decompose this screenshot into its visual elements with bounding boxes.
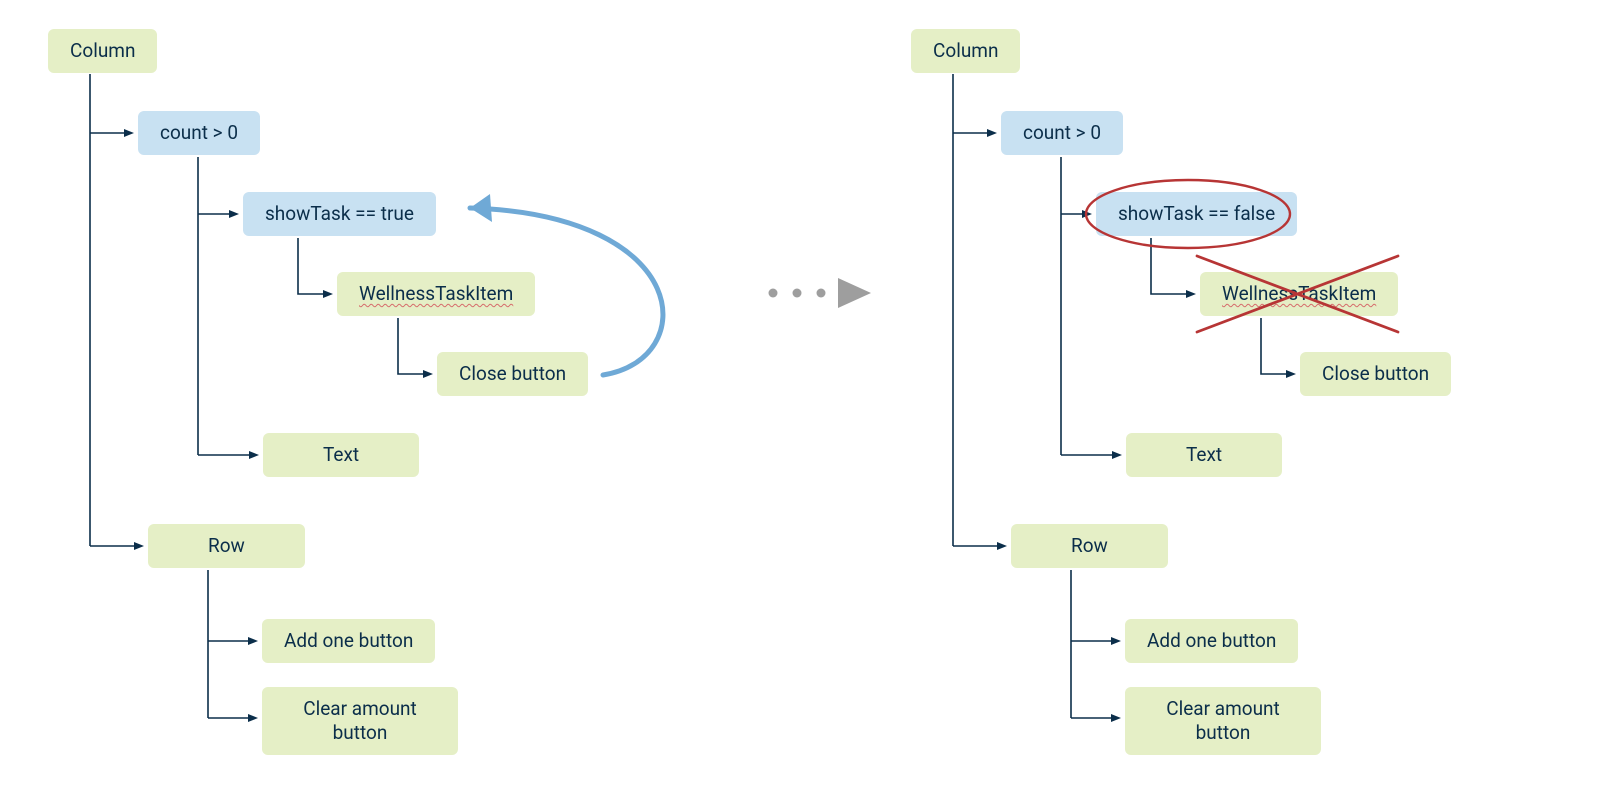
left-addone-node: Add one button [262, 619, 435, 663]
left-text-node: Text [263, 433, 419, 477]
right-closebutton-node: Close button [1300, 352, 1451, 396]
left-clearamount-label: Clear amount button [284, 697, 436, 745]
right-row-node: Row [1011, 524, 1168, 568]
left-showtask-node: showTask == true [243, 192, 436, 236]
right-closebutton-label: Close button [1322, 362, 1429, 386]
left-column-node: Column [48, 29, 157, 73]
left-column-label: Column [70, 39, 135, 63]
left-wellness-node: WellnessTaskItem [337, 272, 535, 316]
right-showtask-node: showTask == false [1096, 192, 1297, 236]
left-clearamount-node: Clear amount button [262, 687, 458, 755]
right-count-node: count > 0 [1001, 111, 1123, 155]
left-wellness-label: WellnessTaskItem [359, 282, 513, 306]
left-closebutton-node: Close button [437, 352, 588, 396]
right-clearamount-node: Clear amount button [1125, 687, 1321, 755]
right-count-label: count > 0 [1023, 121, 1101, 145]
right-text-node: Text [1126, 433, 1282, 477]
left-addone-label: Add one button [284, 629, 413, 653]
diagram-canvas: Column count > 0 showTask == true Wellne… [0, 0, 1600, 795]
right-addone-label: Add one button [1147, 629, 1276, 653]
left-row-label: Row [208, 534, 245, 558]
right-showtask-label: showTask == false [1118, 202, 1275, 226]
right-clearamount-label: Clear amount button [1147, 697, 1299, 745]
transition-arrow-icon [769, 278, 872, 308]
right-wellness-node: WellnessTaskItem [1200, 272, 1398, 316]
left-count-label: count > 0 [160, 121, 238, 145]
right-column-node: Column [911, 29, 1020, 73]
right-addone-node: Add one button [1125, 619, 1298, 663]
left-closebutton-label: Close button [459, 362, 566, 386]
right-row-label: Row [1071, 534, 1108, 558]
left-count-node: count > 0 [138, 111, 260, 155]
right-text-label: Text [1186, 443, 1222, 467]
left-row-node: Row [148, 524, 305, 568]
right-column-label: Column [933, 39, 998, 63]
left-text-label: Text [323, 443, 359, 467]
right-wellness-label: WellnessTaskItem [1222, 282, 1376, 306]
left-showtask-label: showTask == true [265, 202, 414, 226]
